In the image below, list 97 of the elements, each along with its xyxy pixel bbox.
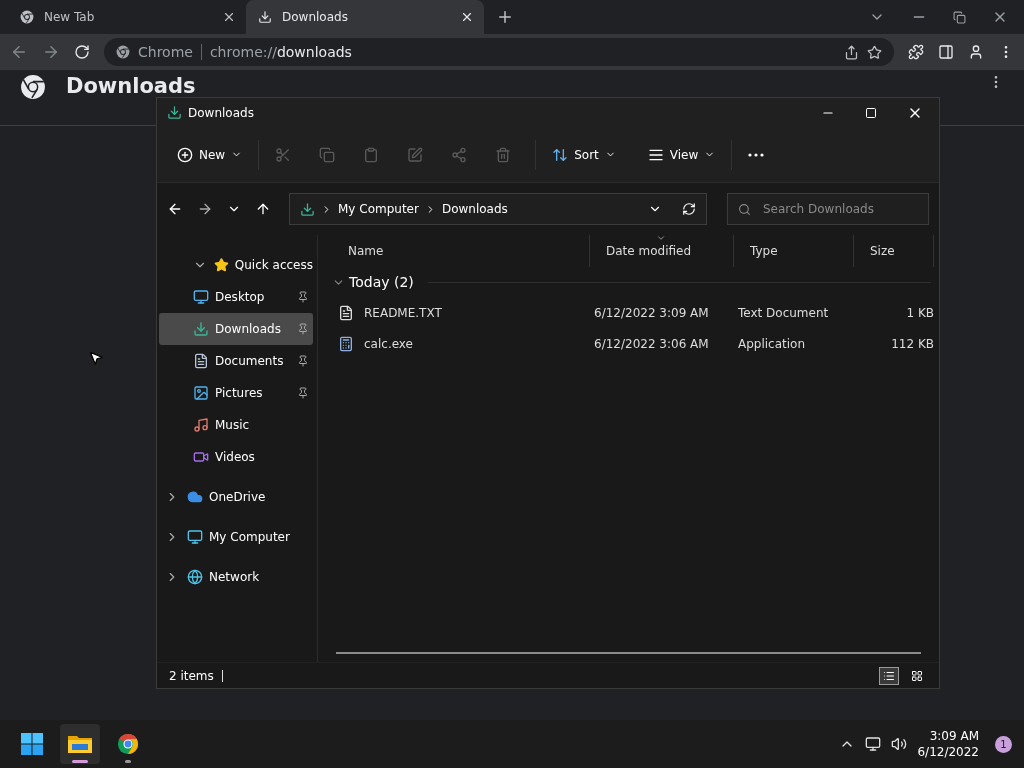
file-row[interactable]: calc.exe 6/12/2022 3:06 AM Application 112 KB xyxy=(332,328,939,359)
star-icon xyxy=(213,257,229,273)
picture-icon xyxy=(193,385,209,401)
group-header[interactable]: Today (2) xyxy=(349,274,414,290)
cloud-icon xyxy=(187,489,203,505)
rename-icon xyxy=(407,146,424,163)
download-icon xyxy=(167,105,182,120)
computer-icon xyxy=(187,529,203,545)
details-view-button[interactable] xyxy=(879,666,899,685)
page-title: Downloads xyxy=(66,74,196,98)
breadcrumb[interactable]: My Computer xyxy=(338,202,419,216)
forward-icon[interactable] xyxy=(42,43,60,61)
type-cell-text: Application xyxy=(737,336,807,351)
network-icon[interactable] xyxy=(865,736,882,752)
window-title: Downloads xyxy=(188,105,254,120)
clock[interactable]: 3:09 AM 6/12/2022 xyxy=(917,728,979,760)
notification-badge[interactable]: 1 xyxy=(995,735,1012,753)
folder-icon xyxy=(67,733,93,755)
up-icon[interactable] xyxy=(255,201,271,217)
nav-item[interactable]: Music xyxy=(159,409,313,441)
grid-icon xyxy=(911,669,923,682)
nav-item[interactable]: My Computer xyxy=(159,521,313,553)
video-icon xyxy=(193,449,209,465)
search-icon xyxy=(738,202,751,216)
calculator-icon xyxy=(338,335,354,352)
reload-icon[interactable] xyxy=(74,44,90,60)
close-icon[interactable] xyxy=(222,10,236,24)
nav-item[interactable]: OneDrive xyxy=(159,481,313,513)
address-bar[interactable]: Chrome chrome://downloads xyxy=(104,38,894,66)
network-icon xyxy=(187,569,203,585)
desktop-icon xyxy=(193,289,209,305)
date-cell-text: 6/12/2022 3:09 AM xyxy=(593,305,710,320)
size-cell-text: 1 KB xyxy=(905,305,934,320)
size-cell-text: 112 KB xyxy=(890,336,934,351)
item-count: 2 items xyxy=(169,668,214,683)
profile-icon[interactable] xyxy=(968,44,984,60)
close-icon[interactable] xyxy=(460,10,474,24)
forward-icon[interactable] xyxy=(197,201,213,217)
plus-circle-icon xyxy=(177,146,193,163)
text-file-icon xyxy=(338,304,354,321)
breadcrumb[interactable]: Downloads xyxy=(441,202,508,216)
share-icon xyxy=(451,146,468,163)
bookmark-star-icon[interactable] xyxy=(867,44,882,60)
type-cell-text: Text Document xyxy=(737,305,830,320)
download-icon xyxy=(193,321,209,337)
file-name: calc.exe xyxy=(363,336,413,351)
column-header[interactable]: Name xyxy=(332,235,590,267)
nav-item[interactable]: Quick access xyxy=(159,249,313,281)
copy-icon xyxy=(319,146,336,163)
music-icon xyxy=(193,417,209,433)
sort-arrows-icon xyxy=(552,146,569,163)
column-header[interactable]: Date modified xyxy=(590,235,734,267)
chrome-logo-icon xyxy=(20,10,34,24)
clipboard-icon xyxy=(363,146,380,163)
search-field[interactable]: Search Downloads xyxy=(727,193,929,225)
cursor-icon xyxy=(88,350,104,366)
document-icon xyxy=(193,353,209,369)
refresh-icon[interactable] xyxy=(682,202,696,216)
chrome-logo-icon xyxy=(20,74,46,100)
search-input[interactable]: Search Downloads xyxy=(761,201,915,217)
side-panel-icon[interactable] xyxy=(938,44,954,60)
file-row[interactable]: README.TXT 6/12/2022 3:09 AM Text Document 1 KB xyxy=(332,297,939,328)
address-field[interactable]: My Computer Downloads xyxy=(289,193,707,225)
maximize-icon[interactable] xyxy=(865,106,877,119)
trash-icon xyxy=(495,146,512,163)
scissors-icon xyxy=(275,146,292,163)
nav-item[interactable]: Pictures xyxy=(159,377,313,409)
nav-item[interactable]: Desktop xyxy=(159,281,313,313)
volume-icon[interactable] xyxy=(891,736,908,752)
download-icon xyxy=(300,201,315,217)
nav-item[interactable]: Network xyxy=(159,561,313,593)
browser-tab[interactable]: Downloads xyxy=(246,0,484,34)
column-header[interactable]: Type xyxy=(734,235,854,267)
browser-tab[interactable]: New Tab xyxy=(8,0,246,34)
nav-item[interactable]: Downloads xyxy=(159,313,313,345)
column-header[interactable]: Size xyxy=(854,235,934,267)
back-icon[interactable] xyxy=(167,201,183,217)
chrome-icon xyxy=(117,733,139,755)
list-icon xyxy=(883,669,895,682)
taskbar-app[interactable] xyxy=(60,724,100,764)
share-icon[interactable] xyxy=(844,44,859,60)
download-icon xyxy=(258,10,272,24)
sort-button[interactable]: Sort xyxy=(544,137,624,172)
file-name: README.TXT xyxy=(363,305,442,320)
chrome-logo-icon xyxy=(116,45,130,59)
date-cell-text: 6/12/2022 3:06 AM xyxy=(593,336,710,351)
nav-item[interactable]: Documents xyxy=(159,345,313,377)
site-label: Chrome xyxy=(138,44,202,60)
view-button[interactable]: View xyxy=(639,137,724,172)
more-icon xyxy=(748,152,765,157)
extensions-icon[interactable] xyxy=(908,44,924,60)
new-tab-icon[interactable] xyxy=(496,8,514,26)
url-text: chrome://downloads xyxy=(209,44,352,60)
windows-logo-icon xyxy=(20,732,44,756)
restore-icon[interactable] xyxy=(953,10,966,24)
nav-item[interactable]: Videos xyxy=(159,441,313,473)
new-button[interactable]: New xyxy=(169,137,251,172)
